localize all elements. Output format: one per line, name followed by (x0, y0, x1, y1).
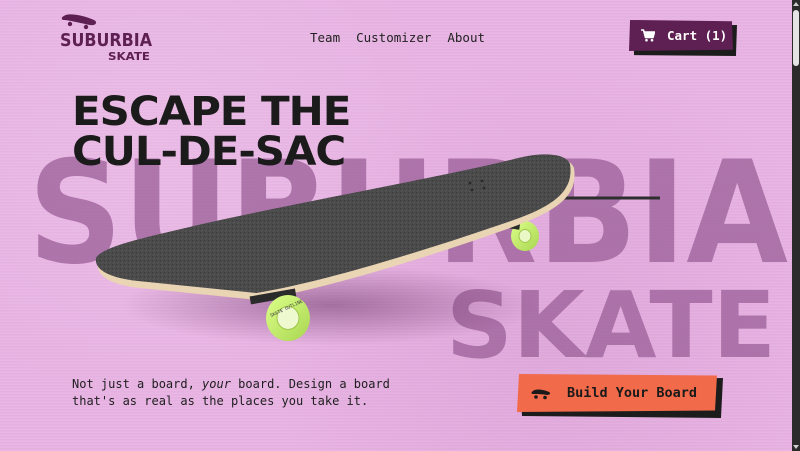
brand-logo[interactable]: SUBURBIA SKATE (58, 10, 154, 66)
scroll-down-arrow-icon[interactable] (793, 444, 799, 450)
hero-tagline: Not just a board, your board. Design a b… (72, 376, 412, 410)
scrollbar-thumb[interactable] (793, 10, 799, 66)
site-header: SUBURBIA SKATE Team Customizer About Car… (0, 0, 792, 80)
logo-line2: SKATE (108, 50, 150, 63)
front-wheel: SKATE OUTLINE (266, 295, 310, 341)
nav-link-about[interactable]: About (447, 28, 485, 48)
cart-label: Cart (1) (667, 28, 728, 43)
logo-skateboard-icon (61, 14, 97, 30)
nav-link-team[interactable]: Team (310, 28, 340, 48)
cart-button-face[interactable]: Cart (1) (629, 20, 733, 51)
scroll-up-arrow-icon[interactable] (793, 1, 799, 7)
main-nav: Team Customizer About (310, 28, 485, 48)
build-button-label: Build Your Board (567, 385, 698, 401)
build-button-face[interactable]: Build Your Board (517, 374, 717, 412)
nav-link-customizer[interactable]: Customizer (356, 28, 431, 48)
tagline-emphasis: your (202, 377, 231, 391)
cart-icon (641, 29, 655, 42)
tagline-before: Not just a board, (72, 377, 203, 391)
logo-line1: SUBURBIA (60, 30, 152, 51)
vertical-scrollbar[interactable] (792, 0, 800, 451)
hero-title-line1: ESCAPE THE (72, 89, 351, 135)
page: SUBURBIA SKATE SUBURBIA SKATE Team Custo… (0, 0, 792, 451)
deck-grip (95, 154, 571, 293)
cart-button[interactable]: Cart (1) (629, 20, 737, 56)
build-your-board-button[interactable]: Build Your Board (517, 374, 723, 418)
skateboard-icon (531, 389, 551, 400)
skateboard-illustration: SKATE OUTLINE (90, 150, 670, 360)
